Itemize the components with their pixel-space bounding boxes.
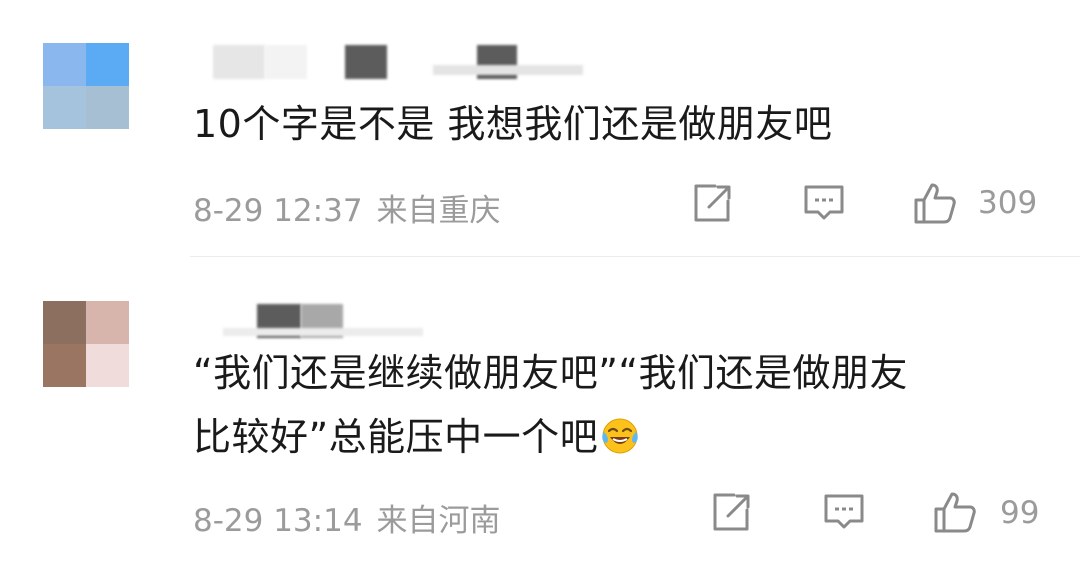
comment-text-line: “我们还是继续做朋友吧”“我们还是做朋友 — [193, 351, 909, 395]
avatar[interactable] — [43, 43, 129, 129]
comment-meta: 8-29 12:37 来自重庆 — [193, 185, 501, 230]
comment-item: 10个字是不是 我想我们还是做朋友吧 8-29 12:37 来自重庆 309 — [0, 0, 1080, 256]
avatar-tile — [86, 86, 129, 129]
comment-time: 8-29 13:14 — [193, 503, 363, 539]
thumbs-up-icon[interactable] — [912, 180, 958, 226]
like-count: 99 — [1000, 495, 1040, 531]
comment-text-line: 比较好”总能压中一个吧 — [193, 415, 599, 459]
share-icon[interactable] — [688, 180, 734, 226]
avatar-tile — [86, 344, 129, 387]
avatar-tile — [43, 86, 86, 129]
avatar-tile — [43, 301, 86, 344]
comment-meta: 8-29 13:14 来自河南 — [193, 495, 501, 540]
thumbs-up-icon[interactable] — [932, 489, 978, 535]
comment-icon[interactable] — [801, 180, 847, 226]
username-redacted[interactable] — [193, 300, 423, 338]
avatar-tile — [86, 43, 129, 86]
share-icon[interactable] — [707, 489, 753, 535]
avatar-tile — [43, 344, 86, 387]
avatar-tile — [86, 301, 129, 344]
laughing-crying-emoji — [602, 418, 638, 454]
comment-item: “我们还是继续做朋友吧”“我们还是做朋友 比较好”总能压中一个吧 8-29 13… — [0, 257, 1080, 573]
comment-icon[interactable] — [821, 489, 867, 535]
comment-time: 8-29 12:37 — [193, 193, 363, 229]
avatar[interactable] — [43, 301, 129, 387]
comment-location: 来自河南 — [376, 503, 501, 539]
comment-text: 10个字是不是 我想我们还是做朋友吧 — [193, 102, 833, 146]
username-redacted[interactable] — [193, 41, 593, 79]
comment-text: “我们还是继续做朋友吧”“我们还是做朋友 比较好”总能压中一个吧 — [193, 341, 1053, 469]
like-count: 309 — [978, 185, 1038, 221]
comment-location: 来自重庆 — [376, 193, 501, 229]
avatar-tile — [43, 43, 86, 86]
